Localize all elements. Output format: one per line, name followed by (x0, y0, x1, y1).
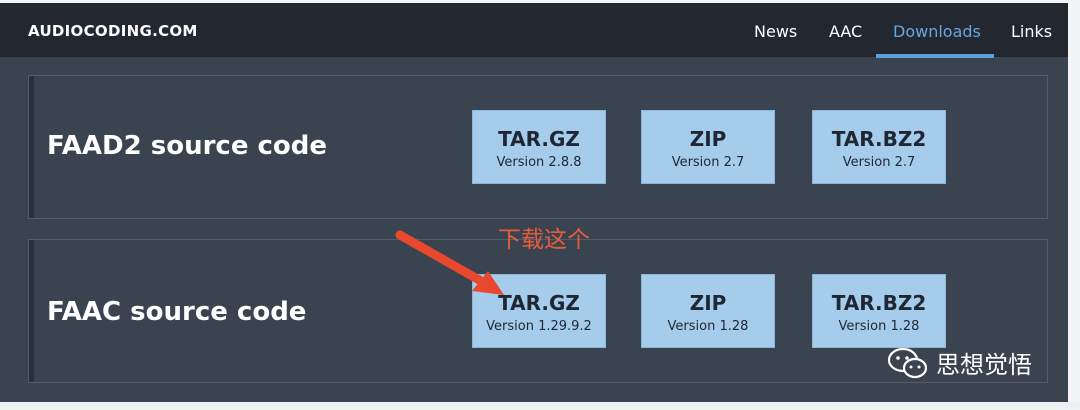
wechat-icon (887, 347, 928, 378)
download-version: Version 1.28 (667, 319, 749, 334)
download-version: Version 1.28 (838, 319, 920, 334)
right-edge (1068, 0, 1080, 410)
faad2-title: FAAD2 source code (47, 131, 328, 161)
download-version: Version 2.7 (671, 155, 745, 170)
watermark: 思想觉悟 (886, 345, 1032, 380)
faac-tarbz2-button[interactable]: TAR.BZ2 Version 1.28 (812, 274, 946, 348)
download-format: ZIP (689, 291, 727, 315)
faad2-zip-button[interactable]: ZIP Version 2.7 (641, 110, 775, 184)
faad2-targz-button[interactable]: TAR.GZ Version 2.8.8 (472, 110, 606, 184)
annotation-label: 下载这个 (498, 227, 590, 253)
download-format: TAR.GZ (498, 127, 580, 151)
page: AUDIOCODING.COM News AAC Downloads Links… (0, 0, 1080, 410)
active-nav-indicator (876, 54, 994, 58)
faac-title: FAAC source code (47, 297, 307, 327)
download-version: Version 1.29.9.2 (486, 319, 592, 334)
bottom-edge (0, 402, 1080, 410)
nav-links[interactable]: Links (1011, 22, 1052, 41)
faac-zip-button[interactable]: ZIP Version 1.28 (641, 274, 775, 348)
watermark-text: 思想觉悟 (936, 351, 1032, 379)
download-version: Version 2.8.8 (496, 155, 582, 170)
download-format: ZIP (689, 127, 727, 151)
download-format: TAR.BZ2 (831, 291, 927, 315)
download-version: Version 2.7 (842, 155, 916, 170)
site-logo[interactable]: AUDIOCODING.COM (28, 22, 198, 40)
nav-news[interactable]: News (754, 22, 797, 41)
top-navigation-bar: AUDIOCODING.COM News AAC Downloads Links (0, 3, 1068, 58)
arrow-icon (395, 230, 504, 295)
nav-aac[interactable]: AAC (829, 22, 862, 41)
download-format: TAR.BZ2 (831, 127, 927, 151)
nav-downloads[interactable]: Downloads (893, 22, 981, 41)
faad2-tarbz2-button[interactable]: TAR.BZ2 Version 2.7 (812, 110, 946, 184)
